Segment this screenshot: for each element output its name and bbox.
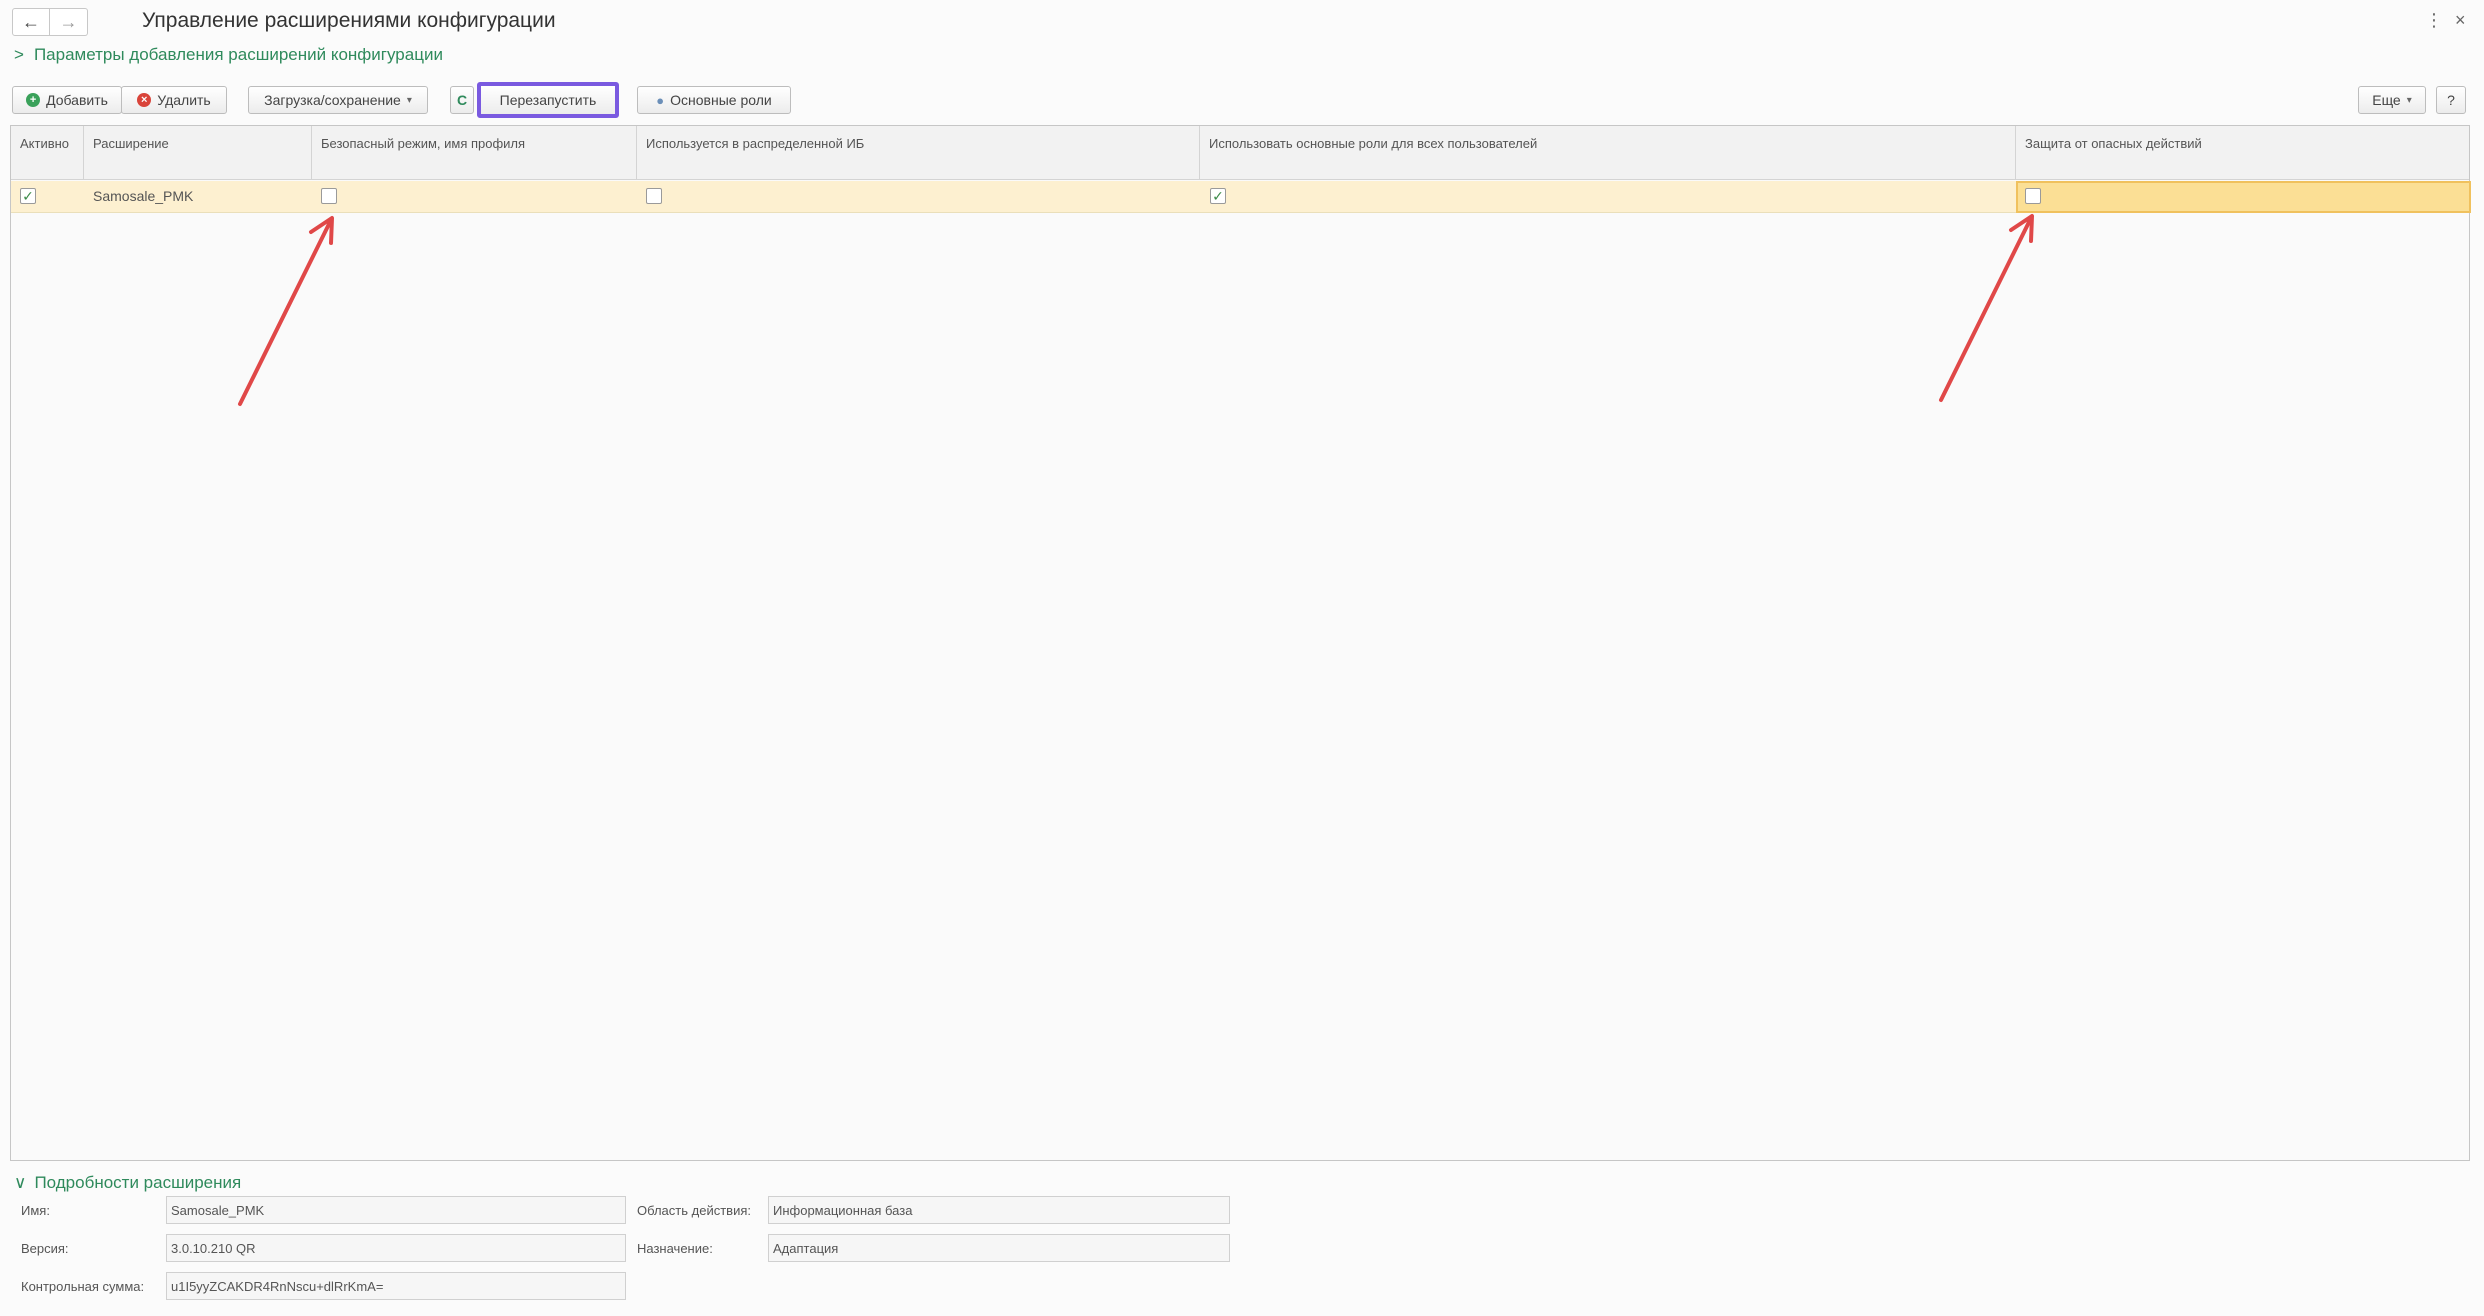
params-group-toggle[interactable]: > Параметры добавления расширений конфиг… [14,45,443,65]
back-button[interactable]: ← [12,8,50,36]
version-label: Версия: [21,1241,69,1256]
active-checkbox[interactable]: ✓ [20,188,36,204]
load-save-dropdown[interactable]: Загрузка/сохранение ▾ [248,86,428,114]
table-header: Активно Расширение Безопасный режим, имя… [11,126,2469,180]
cell-distributed[interactable] [637,181,1200,213]
details-group-label: Подробности расширения [34,1173,242,1192]
cell-active[interactable]: ✓ [11,181,84,213]
window-title: Управление расширениями конфигурации [142,9,556,32]
table-row[interactable]: ✓ Samosale_PMK ✓ [11,181,2471,213]
cell-safe-mode[interactable] [312,181,637,213]
details-group-toggle[interactable]: ∨ Подробности расширения [14,1173,241,1193]
arrow-left-icon: ← [22,11,40,32]
safe-mode-checkbox[interactable] [321,188,337,204]
name-label: Имя: [21,1203,50,1218]
delete-button[interactable]: × Удалить [121,86,227,114]
main-roles-label: Основные роли [670,92,772,108]
window-menu-button[interactable]: ⋮ [2425,10,2443,31]
forward-button[interactable]: → [50,8,88,36]
scope-label: Область действия: [637,1203,751,1218]
delete-icon: × [137,93,152,107]
purpose-field[interactable]: Адаптация [768,1234,1230,1262]
column-header-safe-mode[interactable]: Безопасный режим, имя профиля [312,126,637,180]
plus-icon: + [26,93,41,107]
dropdown-caret-icon: ▾ [406,94,412,106]
cell-protection[interactable] [2016,181,2471,213]
window-close-button[interactable]: × [2455,10,2466,31]
dropdown-caret-icon: ▾ [2406,94,2412,106]
name-field[interactable]: Samosale_PMK [166,1196,626,1224]
use-main-roles-checkbox[interactable]: ✓ [1210,188,1226,204]
version-field[interactable]: 3.0.10.210 QR [166,1234,626,1262]
cell-use-main-roles[interactable]: ✓ [1200,181,2016,213]
load-save-label: Загрузка/сохранение [264,92,401,108]
protection-checkbox[interactable] [2025,188,2041,204]
scope-field[interactable]: Информационная база [768,1196,1230,1224]
column-header-extension[interactable]: Расширение [84,126,312,180]
chevron-down-icon: ∨ [14,1173,27,1192]
main-roles-button[interactable]: ● Основные роли [637,86,791,114]
help-button[interactable]: ? [2436,86,2466,114]
delete-button-label: Удалить [157,92,211,108]
close-icon: × [2455,10,2466,30]
distributed-checkbox[interactable] [646,188,662,204]
params-group-label: Параметры добавления расширений конфигур… [33,45,443,64]
help-icon: ? [2447,92,2455,108]
extensions-table[interactable]: Активно Расширение Безопасный режим, имя… [10,125,2471,1161]
column-header-protection[interactable]: Защита от опасных действий [2016,126,2471,180]
restart-button-label: Перезапустить [499,92,597,108]
more-label: Еще [2372,92,2401,108]
purpose-label: Назначение: [637,1241,713,1256]
checksum-field[interactable]: u1I5yyZCAKDR4RnNscu+dlRrKmA= [166,1272,626,1300]
user-icon: ● [656,92,665,108]
chevron-right-icon: > [14,45,24,64]
add-button-label: Добавить [46,92,108,108]
column-header-distributed[interactable]: Используется в распределенной ИБ [637,126,1200,180]
extension-name: Samosale_PMK [93,188,194,204]
checksum-label: Контрольная сумма: [21,1279,145,1294]
navigation-buttons: ← → [12,8,88,36]
column-header-active[interactable]: Активно [11,126,84,180]
refresh-icon: C [456,92,468,108]
arrow-right-icon: → [59,11,78,32]
toolbar: + Добавить × Удалить Загрузка/сохранение… [12,82,2472,118]
cell-extension[interactable]: Samosale_PMK [84,181,312,213]
more-dropdown[interactable]: Еще ▾ [2358,86,2426,114]
restart-button[interactable]: Перезапустить [477,82,619,118]
refresh-button[interactable]: C [450,86,474,114]
add-button[interactable]: + Добавить [12,86,122,114]
more-vertical-icon: ⋮ [2425,10,2443,30]
column-header-use-main-roles[interactable]: Использовать основные роли для всех поль… [1200,126,2016,180]
